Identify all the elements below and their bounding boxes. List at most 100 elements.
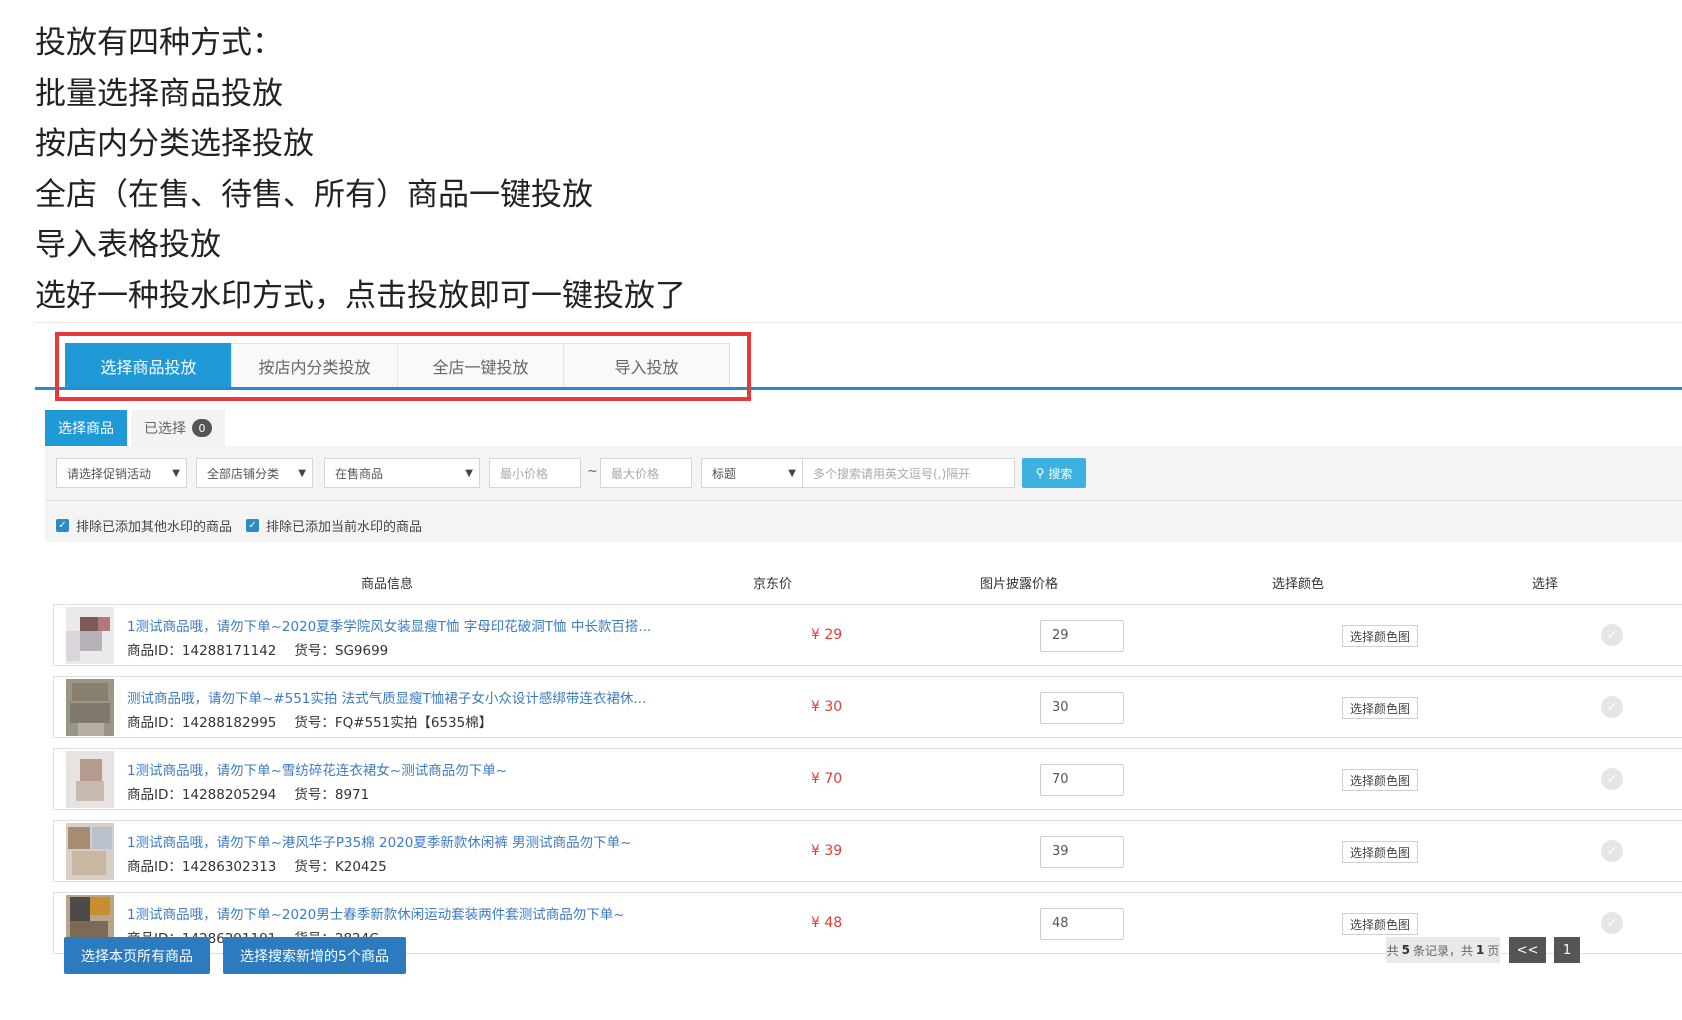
search-button-label: 搜索 [1048, 466, 1073, 481]
caret-down-icon: ▼ [465, 467, 473, 479]
product-meta: 商品ID：14288205294 货号：8971 [127, 783, 369, 803]
product-title-link[interactable]: 1测试商品哦，请勿下单~2020夏季学院风女装显瘦T恤 字母印花破洞T恤 中长款… [127, 615, 651, 635]
panel-divider [45, 500, 1682, 501]
product-sku: FQ#551实拍【6535棉】 [334, 715, 493, 731]
subtabs: 选择商品 已选择 0 [45, 410, 225, 446]
header-jd-price: 京东价 [753, 577, 793, 592]
table-row: 测试商品哦，请勿下单~#551实拍 法式气质显瘦T恤裙子女小众设计感绑带连衣裙休… [53, 676, 1682, 738]
search-field-select[interactable]: 标题 ▼ [701, 458, 803, 488]
total-records: 5 [1401, 943, 1410, 957]
header-info: 商品信息 [361, 577, 414, 592]
range-separator: ~ [587, 464, 598, 479]
exclude-current-label: 排除已添加当前水印的商品 [266, 520, 423, 535]
product-sku: K20425 [334, 859, 387, 875]
jd-price: ¥ 70 [811, 771, 843, 787]
jd-price: ¥ 48 [811, 915, 843, 931]
product-id: 14288205294 [181, 787, 277, 803]
product-thumbnail [66, 823, 114, 880]
search-input[interactable]: 多个搜索请用英文逗号(,)隔开 [802, 458, 1015, 488]
intro-line: 全店（在售、待售、所有）商品一键投放 [35, 176, 593, 213]
intro-line: 投放有四种方式： [35, 25, 283, 61]
image-price-input[interactable]: 29 [1040, 620, 1124, 652]
select-page-all-button[interactable]: 选择本页所有商品 [64, 937, 210, 974]
jd-price: ¥ 29 [811, 627, 843, 643]
exclude-current-checkbox[interactable]: ✓ 排除已添加当前水印的商品 [246, 516, 422, 535]
page-number-button[interactable]: 1 [1554, 937, 1580, 963]
status-select-value: 在售商品 [335, 466, 384, 481]
subtab-selected-label: 已选择 [144, 421, 186, 437]
table-row: 1测试商品哦，请勿下单~雪纺碎花连衣裙女~测试商品勿下单~ 商品ID：14288… [53, 748, 1682, 810]
search-button[interactable]: ⚲ 搜索 [1022, 458, 1086, 488]
caret-down-icon: ▼ [172, 467, 180, 479]
pager-prefix: 共 [1386, 943, 1399, 958]
checkbox-checked-icon: ✓ [56, 519, 69, 532]
sku-label: 货号： [294, 787, 335, 803]
image-price-input[interactable]: 70 [1040, 764, 1124, 796]
exclude-options: ✓ 排除已添加其他水印的商品 ✓ 排除已添加当前水印的商品 [56, 516, 422, 535]
intro-line: 导入表格投放 [35, 227, 221, 263]
checkbox-checked-icon: ✓ [246, 519, 260, 532]
image-price-input[interactable]: 39 [1040, 836, 1124, 868]
select-check-icon[interactable]: ✓ [1601, 696, 1623, 718]
select-color-button[interactable]: 选择颜色图 [1342, 769, 1418, 791]
prev-page-button[interactable]: << [1509, 937, 1546, 963]
annotation-highlight-box [55, 332, 751, 401]
table-row: 1测试商品哦，请勿下单~2020夏季学院风女装显瘦T恤 字母印花破洞T恤 中长款… [53, 604, 1682, 666]
sku-label: 货号： [294, 715, 335, 731]
selected-count-badge: 0 [192, 419, 212, 437]
sku-label: 货号： [294, 859, 335, 875]
exclude-other-checkbox[interactable]: ✓ 排除已添加其他水印的商品 [56, 516, 232, 535]
product-id: 14288171142 [181, 643, 277, 659]
header-image-price: 图片披露价格 [980, 577, 1059, 592]
subtab-select-goods[interactable]: 选择商品 [45, 410, 127, 446]
select-new-goods-button[interactable]: 选择搜索新增的5个商品 [223, 937, 406, 974]
select-color-button[interactable]: 选择颜色图 [1342, 841, 1418, 863]
product-title-link[interactable]: 1测试商品哦，请勿下单~雪纺碎花连衣裙女~测试商品勿下单~ [127, 759, 507, 779]
select-check-icon[interactable]: ✓ [1601, 840, 1623, 862]
intro-line: 批量选择商品投放 [35, 75, 283, 112]
pager-mid: 条记录，共 [1412, 943, 1473, 958]
product-thumbnail [66, 679, 114, 736]
intro-line: 按店内分类选择投放 [35, 126, 314, 162]
intro-line: 选好一种投水印方式，点击投放即可一键投放了 [35, 277, 686, 314]
header-color: 选择颜色 [1272, 577, 1325, 592]
sku-label: 货号： [294, 643, 335, 659]
product-id-label: 商品ID： [127, 787, 182, 803]
jd-price: ¥ 39 [811, 843, 843, 859]
select-check-icon[interactable]: ✓ [1601, 768, 1623, 790]
exclude-other-label: 排除已添加其他水印的商品 [76, 520, 233, 535]
image-price-input[interactable]: 30 [1040, 692, 1124, 724]
product-thumbnail [66, 751, 114, 808]
product-sku: 8971 [334, 787, 370, 803]
category-select-value: 全部店铺分类 [207, 466, 280, 481]
min-price-input[interactable]: 最小价格 [489, 458, 581, 488]
promotion-select-value: 请选择促销活动 [67, 466, 152, 481]
product-meta: 商品ID：14288182995 货号：FQ#551实拍【6535棉】 [127, 711, 492, 731]
image-price-input[interactable]: 48 [1040, 908, 1124, 940]
select-color-button[interactable]: 选择颜色图 [1342, 913, 1418, 935]
product-sku: SG9699 [334, 643, 389, 659]
category-select[interactable]: 全部店铺分类 ▼ [196, 458, 313, 488]
promotion-select[interactable]: 请选择促销活动 ▼ [56, 458, 187, 488]
select-check-icon[interactable]: ✓ [1601, 624, 1623, 646]
product-id-label: 商品ID： [127, 643, 182, 659]
table-header: 商品信息 京东价 图片披露价格 选择颜色 选择 [45, 558, 1682, 604]
caret-down-icon: ▼ [788, 467, 796, 479]
pager-suffix: 页 [1487, 943, 1500, 958]
select-check-icon[interactable]: ✓ [1601, 912, 1623, 934]
product-meta: 商品ID：14288171142 货号：SG9699 [127, 639, 388, 659]
product-title-link[interactable]: 测试商品哦，请勿下单~#551实拍 法式气质显瘦T恤裙子女小众设计感绑带连衣裙休… [127, 687, 646, 707]
status-select[interactable]: 在售商品 ▼ [324, 458, 480, 488]
product-thumbnail [66, 607, 114, 664]
header-select: 选择 [1532, 577, 1559, 592]
product-title-link[interactable]: 1测试商品哦，请勿下单~2020男士春季新款休闲运动套装两件套测试商品勿下单~ [127, 903, 625, 923]
subtab-selected[interactable]: 已选择 0 [131, 410, 225, 446]
table-row: 1测试商品哦，请勿下单~港风华子P35棉 2020夏季新款休闲裤 男测试商品勿下… [53, 820, 1682, 882]
jd-price: ¥ 30 [811, 699, 843, 715]
max-price-input[interactable]: 最大价格 [600, 458, 692, 488]
product-title-link[interactable]: 1测试商品哦，请勿下单~港风华子P35棉 2020夏季新款休闲裤 男测试商品勿下… [127, 831, 631, 851]
product-id: 14288182995 [181, 715, 277, 731]
select-color-button[interactable]: 选择颜色图 [1342, 697, 1418, 719]
product-id-label: 商品ID： [127, 715, 182, 731]
select-color-button[interactable]: 选择颜色图 [1342, 625, 1418, 647]
